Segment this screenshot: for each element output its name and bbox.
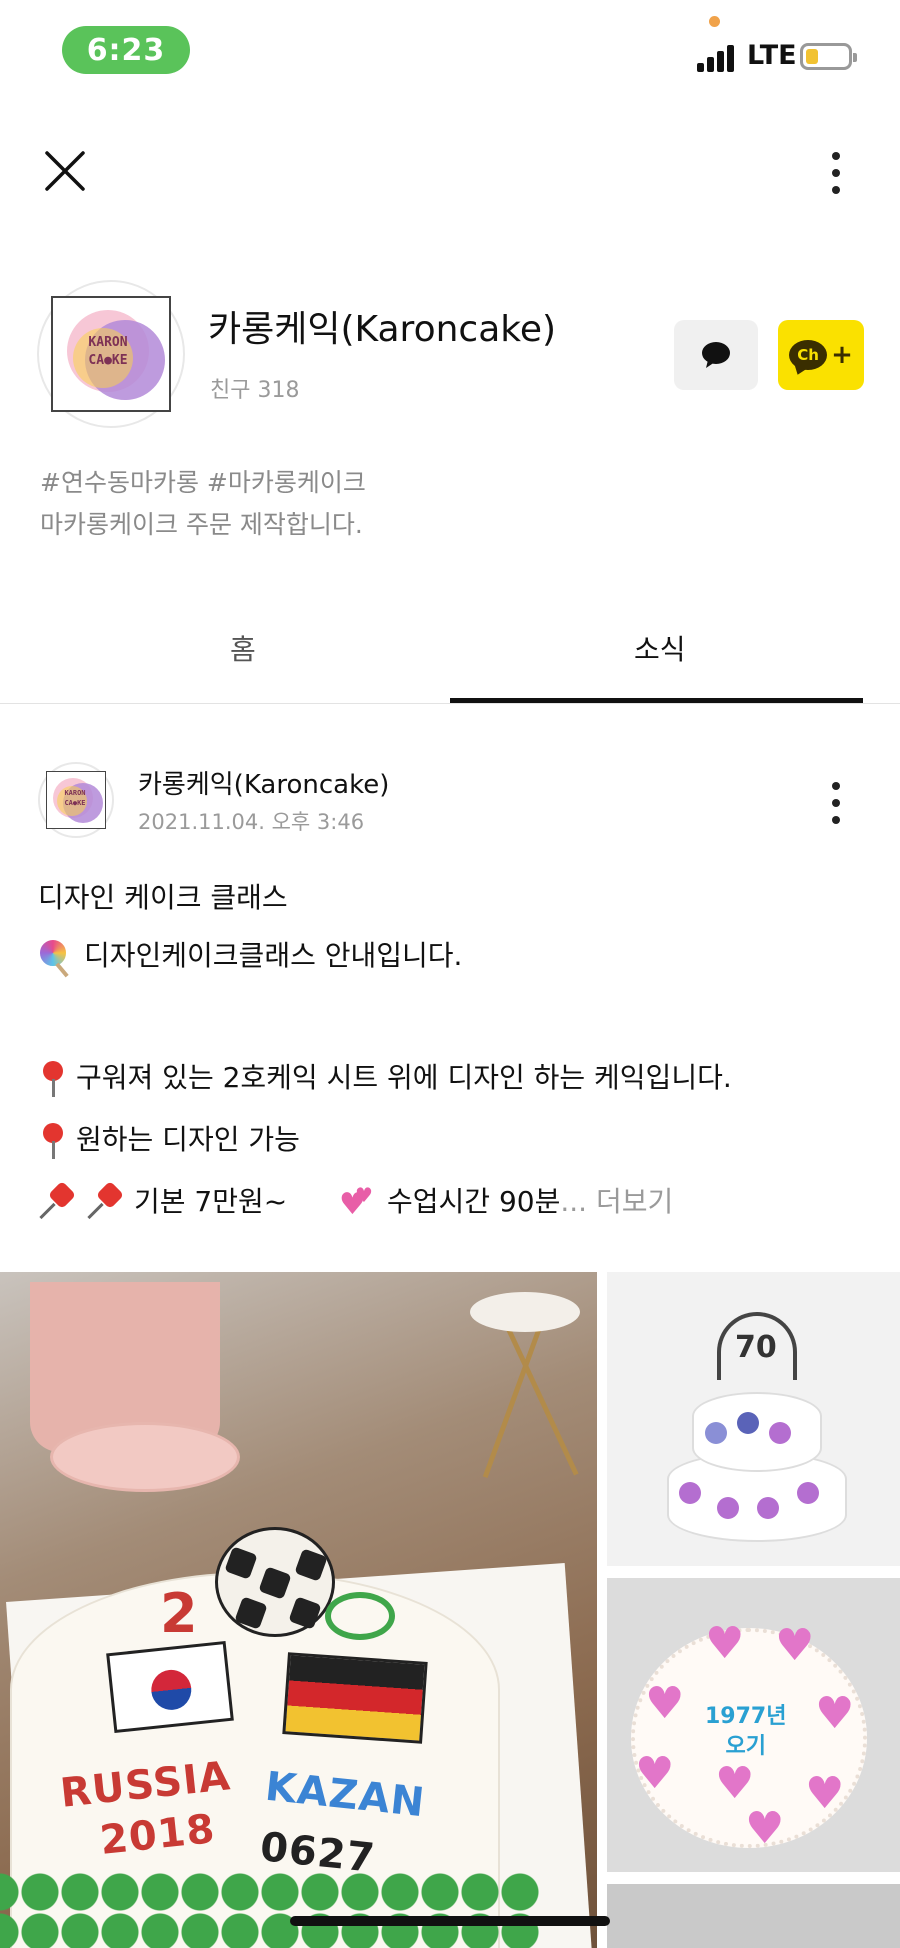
post-line: 구워져 있는 2호케익 시트 위에 디자인 하는 케익입니다. xyxy=(38,1056,732,1099)
hashtags: #연수동마카롱 #마카롱케이크 xyxy=(40,468,366,497)
pushpin-icon xyxy=(86,1180,126,1223)
post-image-thumb[interactable]: ♥ ♥ ♥ ♥ ♥ ♥ ♥ ♥ 1977년 오기 xyxy=(607,1578,900,1872)
post-image-thumb[interactable] xyxy=(607,1884,900,1948)
round-pin-icon xyxy=(38,1121,68,1161)
post-image-thumb[interactable]: 70 xyxy=(607,1272,900,1566)
home-indicator[interactable] xyxy=(290,1916,610,1926)
post-date: 2021.11.04. 오후 3:46 xyxy=(138,810,365,834)
chat-button[interactable] xyxy=(674,320,758,390)
status-time: 6:23 xyxy=(62,26,190,74)
description-text: 마카롱케이크 주문 제작합니다. xyxy=(40,510,363,539)
more-vertical-icon[interactable] xyxy=(826,152,846,196)
channel-name: 카롱케익(Karoncake) xyxy=(208,309,557,350)
friend-count: 친구 318 xyxy=(210,378,300,403)
pushpin-icon xyxy=(38,1180,78,1223)
add-channel-button[interactable]: Ch + xyxy=(778,320,864,390)
post-line: 원하는 디자인 가능 xyxy=(38,1118,300,1161)
avatar-logo-text: KARON CA●KE xyxy=(88,335,128,368)
post-author-avatar[interactable]: KARON CA●KE xyxy=(38,762,114,838)
battery-icon xyxy=(800,43,857,70)
lollipop-icon xyxy=(38,938,76,978)
post-title: 디자인 케이크 클래스 xyxy=(38,881,288,914)
post-author[interactable]: 카롱케익(Karoncake) xyxy=(138,764,389,801)
more-link[interactable]: 더보기 xyxy=(596,1185,673,1218)
channel-add-icon: Ch xyxy=(789,340,828,370)
channel-avatar[interactable]: KARON CA●KE xyxy=(37,280,185,428)
post-line: 기본 7만원~ ♥ ♥ 수업시간 90분... 더보기 xyxy=(38,1180,673,1223)
signal-icon xyxy=(697,44,737,72)
post-image-main[interactable]: 2 RUSSIA 2018 KAZAN 0627 xyxy=(0,1272,597,1948)
divider xyxy=(0,703,900,704)
status-bar: 6:23 LTE xyxy=(0,0,900,100)
avatar-logo-text: KARON CA●KE xyxy=(64,789,86,807)
network-type: LTE xyxy=(747,40,797,71)
close-icon[interactable] xyxy=(44,150,86,192)
tab-home[interactable]: 홈 xyxy=(230,628,256,668)
hearts-icon: ♥ ♥ xyxy=(339,1183,373,1222)
post-line: 디자인케이크클래스 안내입니다. xyxy=(38,934,462,978)
channel-description: #연수동마카롱 #마카롱케이크 마카롱케이크 주문 제작합니다. xyxy=(40,462,366,546)
tab-news[interactable]: 소식 xyxy=(634,628,686,668)
post-more-icon[interactable] xyxy=(826,782,846,826)
privacy-indicator-dot xyxy=(709,16,720,27)
round-pin-icon xyxy=(38,1059,68,1099)
chat-bubble-icon xyxy=(702,342,730,368)
